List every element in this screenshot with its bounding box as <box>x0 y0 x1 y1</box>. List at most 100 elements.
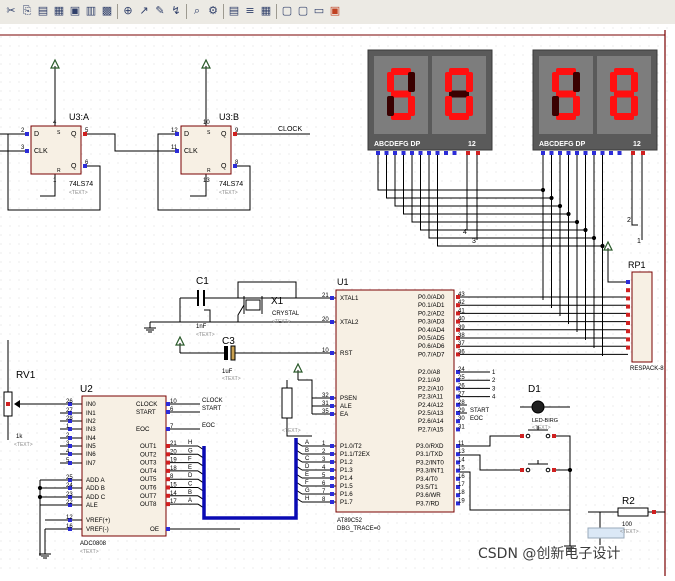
junction-dot <box>549 195 554 201</box>
u1-pin-label: P0.5/AD5 <box>418 335 445 342</box>
adc-net-label: A <box>188 498 192 504</box>
adc-pin-label: IN1 <box>86 410 96 417</box>
u1-pin-label: P1.0/T2 <box>340 443 362 450</box>
segment <box>387 72 394 92</box>
zoom-to-child-icon[interactable]: ▭ <box>312 4 326 18</box>
p1-net-label: G <box>305 488 310 494</box>
report-icon[interactable]: ▣ <box>328 4 342 18</box>
adc-pin-number: 21 <box>170 441 177 447</box>
crystal-x1-text: <TEXT> <box>272 319 291 325</box>
pin-marker <box>652 510 656 514</box>
segment <box>556 68 576 75</box>
new-sheet-icon[interactable]: ▢ <box>280 4 294 18</box>
segment <box>408 96 415 116</box>
push-button-1[interactable] <box>525 433 531 439</box>
junction-dot <box>566 211 571 217</box>
start-net-label: START <box>470 408 489 414</box>
junction-dot <box>37 485 43 491</box>
u1-pin-number: 41 <box>458 308 465 314</box>
u1-pin-label: P0.1/AD1 <box>418 302 445 309</box>
led-d1[interactable] <box>531 400 545 414</box>
u1-pin-number: 19 <box>458 498 465 504</box>
resistor-text: <TEXT> <box>282 428 301 434</box>
pin-marker <box>626 280 630 284</box>
pin-marker <box>6 402 10 406</box>
adc-pin-label: ADD C <box>86 494 106 501</box>
bill-of-materials-icon[interactable]: ≡ <box>243 4 257 18</box>
pin-marker <box>330 351 334 355</box>
copy-icon[interactable]: ⎘ <box>20 4 34 18</box>
adc-ref: U2 <box>80 384 93 395</box>
junction-dot <box>583 227 588 233</box>
resistor-r2[interactable] <box>617 507 649 517</box>
property-tool-icon[interactable]: ⚙ <box>206 4 220 18</box>
block-copy-icon[interactable]: ▦ <box>52 4 66 18</box>
u1-pin-label: P3.4/T0 <box>416 476 438 483</box>
netlist-icon[interactable]: ▤ <box>227 4 241 18</box>
push-button-1[interactable] <box>545 433 551 439</box>
capacitor-c3-value: 1uF <box>222 369 233 375</box>
adc-pin-label: CLOCK <box>136 401 158 408</box>
u1-pin-label: P3.0/RXD <box>416 443 444 450</box>
pin-marker <box>330 296 334 300</box>
make-device-icon[interactable]: ✎ <box>153 4 167 18</box>
adc-pin-label: VREF(-) <box>86 526 109 533</box>
adc-pin-label: OUT8 <box>140 501 157 508</box>
block-delete-icon[interactable]: ▩ <box>100 4 114 18</box>
crystal-x1 <box>245 299 261 311</box>
pin-marker <box>330 484 334 488</box>
junction-dot <box>37 494 43 500</box>
adc-pin-label: OUT2 <box>140 451 157 458</box>
block-rotate-icon[interactable]: ▥ <box>84 4 98 18</box>
segment <box>387 96 394 116</box>
pin-marker <box>330 404 334 408</box>
push-button-2[interactable] <box>525 467 531 473</box>
search-icon[interactable]: ⌕ <box>190 4 204 18</box>
clock-net-label: CLOCK <box>278 126 302 133</box>
respack-value: RESPACK-8 <box>630 366 664 372</box>
pin-marker <box>520 434 524 438</box>
push-button-2[interactable] <box>545 467 551 473</box>
pin-marker <box>330 492 334 496</box>
resistor-r2-ref: R2 <box>622 496 635 507</box>
design-explorer-icon[interactable]: ▦ <box>259 4 273 18</box>
wire-autorouter-icon[interactable]: ↯ <box>169 4 183 18</box>
u1-pin-number: 15 <box>458 466 465 472</box>
led-d1-value: LED-BIRG <box>532 418 558 424</box>
paste-icon[interactable]: ▤ <box>36 4 50 18</box>
adc-pin-label: OUT6 <box>140 485 157 492</box>
display2-common-pins: 12 <box>633 141 641 148</box>
adc-pin-number: 14 <box>170 491 177 497</box>
pin-marker <box>626 321 630 325</box>
schematic-canvas[interactable]: ABCDEFG DP 12 ABCDEFG DP 12 4 3 2 1 D Q CLK Q S R U3:A… <box>0 24 675 576</box>
p1-net-label: H <box>305 496 309 502</box>
u1-pin-label: XTAL2 <box>340 319 359 326</box>
junction-dot <box>567 467 573 473</box>
u1-pin-label: PSEN <box>340 395 357 402</box>
segment <box>614 68 634 75</box>
pin-marker <box>452 151 457 155</box>
u1-pin-label: P1.3 <box>340 467 353 474</box>
toolbar-separator <box>223 4 224 19</box>
segment <box>408 72 415 92</box>
flipflop-u3b-part: 74LS74 <box>219 181 243 188</box>
u1-pin-label: P2.5/A13 <box>418 410 444 417</box>
pin-marker <box>330 320 334 324</box>
segment <box>445 96 452 116</box>
pin-marker <box>435 151 440 155</box>
cut-icon[interactable]: ✂ <box>4 4 18 18</box>
remove-sheet-icon[interactable]: ▢ <box>296 4 310 18</box>
pin-marker <box>541 151 545 155</box>
pin-marker <box>466 151 470 155</box>
block-move-icon[interactable]: ▣ <box>68 4 82 18</box>
u1-pin-number: 18 <box>458 490 465 496</box>
adc-pin-number: 24 <box>66 483 73 489</box>
respack-rp1[interactable] <box>631 271 653 363</box>
segment <box>445 72 452 92</box>
zoom-in-icon[interactable]: ⊕ <box>121 4 135 18</box>
pick-device-icon[interactable]: ↗ <box>137 4 151 18</box>
pin-marker <box>626 345 630 350</box>
pin-marker <box>609 151 613 155</box>
u1-pin-number: 29 <box>458 408 465 414</box>
flipflop-u3b-pin: 12 <box>171 128 178 134</box>
